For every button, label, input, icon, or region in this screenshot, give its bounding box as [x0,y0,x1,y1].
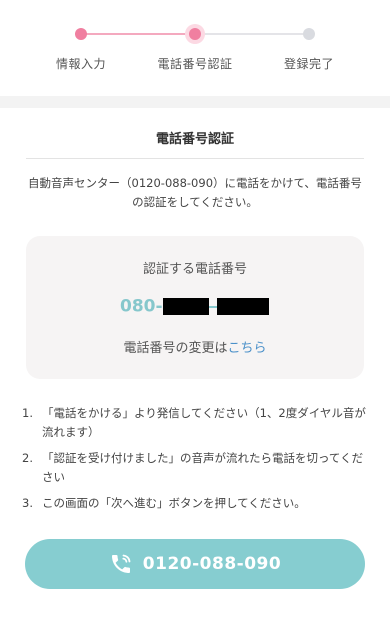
phone-number-display: 080- [120,296,269,320]
step-label: 電話番号認証 [157,57,233,71]
section-divider [0,96,390,108]
step-label: 登録完了 [283,57,334,71]
redaction-block [162,298,209,315]
call-button[interactable]: 0120-088-090 [25,539,365,589]
list-item: 1. 「電話をかける」より発信してください（1、2度ダイヤル音が流れます） [22,404,368,442]
instruction-list: 1. 「電話をかける」より発信してください（1、2度ダイヤル音が流れます） 2. 「… [22,404,368,520]
step-registration-complete: 登録完了 [249,0,369,96]
step-info-input: 情報入力 [21,0,141,96]
intro-text: 自動音声センター（0120-088-090）に電話をかけて、電話番号の認証をして… [28,176,362,209]
step-dot-done [75,28,87,40]
change-number-label: 電話番号の変更は [123,341,228,356]
phone-number-prefix: 080- [120,296,163,317]
step-phone-verification: 電話番号認証 [135,0,255,96]
list-item-text: この画面の「次へ進む」ボタンを押してください。 [42,496,306,510]
phone-icon [111,554,131,573]
phone-number-card: 認証する電話番号 080- 電話番号の変更はこちら [26,236,364,379]
call-button-label: 0120-088-090 [142,554,282,574]
list-item-text: 「電話をかける」より発信してください（1、2度ダイヤル音が流れます） [42,406,366,439]
list-item: 3. この画面の「次へ進む」ボタンを押してください。 [22,494,368,513]
title-divider [26,158,364,159]
list-index: 2. [22,451,33,465]
step-label: 情報入力 [55,57,106,71]
progress-stepper: 情報入力 電話番号認証 登録完了 [0,0,390,96]
list-item: 2. 「認証を受け付けました」の音声が流れたら電話を切ってください [22,449,368,487]
card-title: 認証する電話番号 [142,262,247,277]
list-item-text: 「認証を受け付けました」の音声が流れたら電話を切ってください [42,451,364,484]
step-dot-todo [303,28,315,40]
list-index: 1. [22,406,33,420]
change-number-text: 電話番号の変更はこちら [26,337,364,356]
step-dot-active [189,28,201,40]
redaction-block [216,298,269,315]
number-dash [208,305,217,308]
page-title: 電話番号認証 [155,132,234,147]
change-number-link[interactable]: こちら [228,341,267,356]
list-index: 3. [22,496,33,510]
